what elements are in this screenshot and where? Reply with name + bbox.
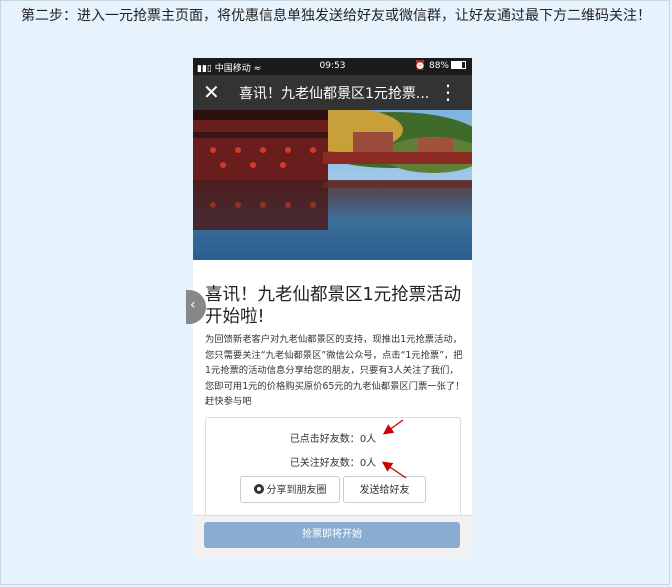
alarm-icon: ⏰ xyxy=(414,61,429,71)
article-body: 为回馈新老客户对九老仙都景区的支持，现推出1元抢票活动，您只需要关注“九老仙都景… xyxy=(205,334,465,407)
moments-icon xyxy=(253,484,264,494)
wechat-top-bar: ✕ 喜讯！九老仙都景区1元抢票... ⋮ xyxy=(193,75,472,110)
instruction-text: 第二步：进入一元抢票主页面，将优惠信息单独发送给好友或微信群，让好友通过最下方二… xyxy=(21,8,651,24)
more-icon[interactable]: ⋮ xyxy=(438,80,458,104)
start-grab-ticket-button[interactable]: 抢票即将开始 xyxy=(204,522,460,548)
status-bar: ▮▮▯ 中国移动 ≈ 09:53 ⏰ 88% xyxy=(193,58,472,75)
chevron-left-icon: ‹ xyxy=(190,297,196,313)
hero-image-scenic-lake xyxy=(193,110,472,260)
send-to-friend-button[interactable]: 发送给好友 xyxy=(343,476,426,503)
followed-friends-count: 0人 xyxy=(359,458,377,469)
clicked-friends-stat: 已点击好友数：0人 xyxy=(289,434,377,445)
share-moments-button[interactable]: 分享到朋友圈 xyxy=(240,476,340,503)
close-icon[interactable]: ✕ xyxy=(203,80,220,104)
article-title: 喜讯！九老仙都景区1元抢票活动开始啦! xyxy=(205,285,462,327)
nav-title: 喜讯！九老仙都景区1元抢票... xyxy=(239,86,430,102)
bottom-bar: 抢票即将开始 xyxy=(193,515,472,557)
battery-icon xyxy=(451,61,466,69)
followed-friends-stat: 已关注好友数：0人 xyxy=(289,458,377,469)
phone-screenshot: ▮▮▯ 中国移动 ≈ 09:53 ⏰ 88% ✕ 喜讯！九老仙都景区1元抢票..… xyxy=(193,58,472,557)
clicked-friends-count: 0人 xyxy=(359,434,377,445)
battery-indicator: ⏰ 88% xyxy=(415,61,466,71)
